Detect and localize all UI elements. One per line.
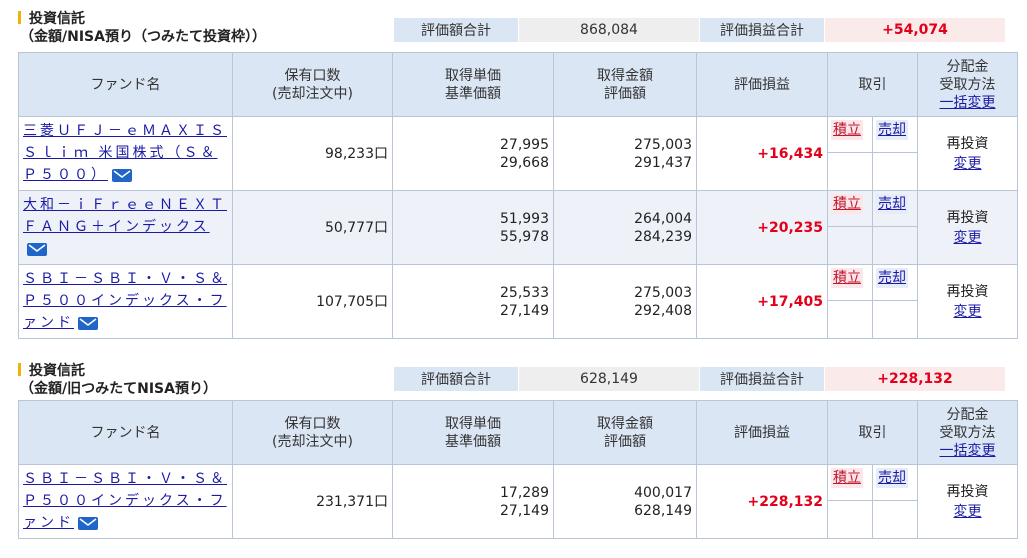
- eval-total-value: 868,084: [518, 17, 700, 43]
- dividend-cell: 再投資 変更: [917, 116, 1018, 191]
- bulk-change-link[interactable]: 一括変更: [940, 95, 996, 111]
- dividend-change-link[interactable]: 変更: [954, 156, 982, 172]
- table-row: 三菱ＵＦＪ－ｅＭＡＸＩＳ Ｓｌｉｍ 米国株式（Ｓ＆Ｐ５００） 98,233口 2…: [18, 116, 1018, 191]
- fund-name-cell: ＳＢＩ－ＳＢＩ・Ｖ・Ｓ＆Ｐ５００インデックス・ファンド: [18, 264, 233, 339]
- unit-cell: 51,993 55,978: [392, 190, 554, 265]
- section-title: 投資信託 （金額/NISA預り（つみたて投資枠））: [18, 11, 266, 45]
- amount-cell: 275,003 292,408: [553, 264, 697, 339]
- col-amount: 取得金額 評価額: [553, 52, 697, 117]
- col-holding: 保有口数 (売却注文中): [232, 52, 393, 117]
- pl-total-value: +54,074: [824, 17, 1006, 43]
- col-dividend: 分配金 受取方法 一括変更: [917, 52, 1018, 117]
- buy-button[interactable]: 積立: [831, 194, 863, 214]
- dividend-cell: 再投資 変更: [917, 190, 1018, 265]
- bulk-change-link[interactable]: 一括変更: [940, 443, 996, 459]
- dividend-change-link[interactable]: 変更: [954, 504, 982, 520]
- pl-value: +20,235: [696, 190, 828, 265]
- pl-total-label: 評価損益合計: [699, 366, 825, 392]
- dividend-cell: 再投資 変更: [917, 264, 1018, 339]
- col-unit-price: 取得単価 基準価額: [392, 400, 554, 465]
- sell-button[interactable]: 売却: [876, 120, 908, 140]
- units: 50,777口: [232, 190, 393, 265]
- units: 231,371口: [232, 464, 393, 539]
- table-row: ＳＢＩ－ＳＢＩ・Ｖ・Ｓ＆Ｐ５００インデックス・ファンド 231,371口 17,…: [18, 464, 1018, 539]
- sell-button[interactable]: 売却: [876, 268, 908, 288]
- pl-total-value: +228,132: [824, 366, 1006, 392]
- col-amount: 取得金額 評価額: [553, 400, 697, 465]
- col-holding: 保有口数 (売却注文中): [232, 400, 393, 465]
- fund-name-cell: ＳＢＩ－ＳＢＩ・Ｖ・Ｓ＆Ｐ５００インデックス・ファンド: [18, 464, 233, 539]
- buy-button[interactable]: 積立: [831, 120, 863, 140]
- eval-total-label: 評価額合計: [393, 17, 519, 43]
- sell-button[interactable]: 売却: [876, 194, 908, 214]
- pl-value: +17,405: [696, 264, 828, 339]
- dividend-change-link[interactable]: 変更: [954, 230, 982, 246]
- col-fund-name: ファンド名: [18, 52, 233, 117]
- mail-icon[interactable]: [78, 516, 98, 530]
- amount-cell: 400,017 628,149: [553, 464, 697, 539]
- col-pl: 評価損益: [696, 52, 828, 117]
- section-title: 投資信託 （金額/旧つみたてNISA預り）: [18, 363, 217, 397]
- dividend-cell: 再投資 変更: [917, 464, 1018, 539]
- col-unit-price: 取得単価 基準価額: [392, 52, 554, 117]
- pl-total-label: 評価損益合計: [699, 17, 825, 43]
- mail-icon[interactable]: [78, 316, 98, 330]
- fund-name-link[interactable]: 大和－ｉＦｒｅｅＮＥＸＴ ＦＡＮＧ＋インデックス: [23, 197, 227, 235]
- amount-cell: 264,004 284,239: [553, 190, 697, 265]
- unit-cell: 27,995 29,668: [392, 116, 554, 191]
- fund-name-cell: 大和－ｉＦｒｅｅＮＥＸＴ ＦＡＮＧ＋インデックス: [18, 190, 233, 265]
- fund-name-link[interactable]: ＳＢＩ－ＳＢＩ・Ｖ・Ｓ＆Ｐ５００インデックス・ファンド: [23, 271, 227, 331]
- eval-total-label: 評価額合計: [393, 366, 519, 392]
- units: 107,705口: [232, 264, 393, 339]
- sell-button[interactable]: 売却: [876, 468, 908, 488]
- holdings-table: ファンド名 保有口数 (売却注文中) 取得単価 基準価額 取得金額 評価額 評価損益 …: [18, 400, 1018, 539]
- col-pl: 評価損益: [696, 400, 828, 465]
- summary-table: 評価額合計 868,084 評価損益合計 +54,074: [393, 17, 1006, 43]
- amount-cell: 275,003 291,437: [553, 116, 697, 191]
- eval-total-value: 628,149: [518, 366, 700, 392]
- unit-cell: 25,533 27,149: [392, 264, 554, 339]
- dividend-change-link[interactable]: 変更: [954, 304, 982, 320]
- unit-cell: 17,289 27,149: [392, 464, 554, 539]
- table-row: ＳＢＩ－ＳＢＩ・Ｖ・Ｓ＆Ｐ５００インデックス・ファンド 107,705口 25,…: [18, 264, 1018, 339]
- section-subtitle: （金額/旧つみたてNISA預り）: [20, 381, 217, 397]
- section-subtitle: （金額/NISA預り（つみたて投資枠））: [20, 29, 266, 45]
- pl-value: +228,132: [696, 464, 828, 539]
- col-trade: 取引: [827, 52, 918, 117]
- mail-icon[interactable]: [112, 168, 132, 182]
- col-fund-name: ファンド名: [18, 400, 233, 465]
- buy-button[interactable]: 積立: [831, 268, 863, 288]
- fund-name-cell: 三菱ＵＦＪ－ｅＭＡＸＩＳ Ｓｌｉｍ 米国株式（Ｓ＆Ｐ５００）: [18, 116, 233, 191]
- title-accent-bar: [18, 11, 21, 24]
- col-trade: 取引: [827, 400, 918, 465]
- title-accent-bar: [18, 363, 21, 376]
- summary-table: 評価額合計 628,149 評価損益合計 +228,132: [393, 366, 1006, 392]
- fund-name-link[interactable]: ＳＢＩ－ＳＢＩ・Ｖ・Ｓ＆Ｐ５００インデックス・ファンド: [23, 471, 227, 531]
- col-dividend: 分配金 受取方法 一括変更: [917, 400, 1018, 465]
- mail-icon[interactable]: [27, 242, 47, 256]
- table-row: 大和－ｉＦｒｅｅＮＥＸＴ ＦＡＮＧ＋インデックス 50,777口 51,993 5…: [18, 190, 1018, 265]
- pl-value: +16,434: [696, 116, 828, 191]
- holdings-table: ファンド名 保有口数 (売却注文中) 取得単価 基準価額 取得金額 評価額 評価損益 …: [18, 52, 1018, 339]
- units: 98,233口: [232, 116, 393, 191]
- buy-button[interactable]: 積立: [831, 468, 863, 488]
